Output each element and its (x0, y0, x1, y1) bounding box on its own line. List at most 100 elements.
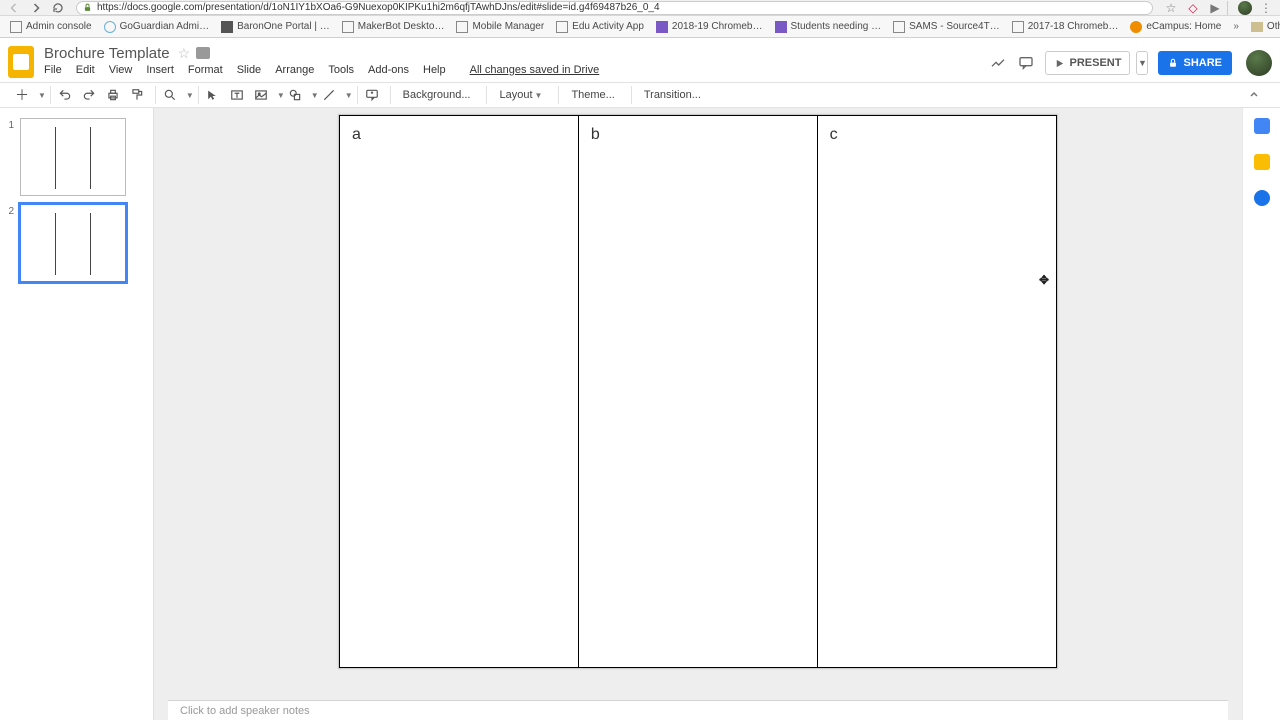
layout-button[interactable]: Layout ▼ (491, 85, 550, 105)
line-tool[interactable] (319, 85, 339, 105)
shape-tool[interactable] (285, 85, 305, 105)
page-icon (893, 21, 905, 33)
thumbnail-slide-1[interactable]: 1 (0, 114, 153, 200)
bookmark-item[interactable]: Admin console (4, 18, 98, 36)
menu-format[interactable]: Format (188, 64, 223, 76)
bookmark-item[interactable]: Edu Activity App (550, 18, 650, 36)
bookmarks-overflow-icon[interactable]: » (1227, 21, 1245, 32)
ecampus-icon (1130, 21, 1142, 33)
textbox-tool[interactable] (227, 85, 247, 105)
undo-button[interactable] (55, 85, 75, 105)
folder-icon (1251, 22, 1263, 32)
profile-avatar[interactable] (1238, 1, 1252, 15)
zoom-button[interactable] (160, 85, 180, 105)
thumb-number: 1 (0, 118, 20, 196)
keep-icon[interactable] (1254, 154, 1270, 170)
comment-tool[interactable] (362, 85, 382, 105)
background-button[interactable]: Background... (395, 85, 479, 105)
bookmark-item[interactable]: 2017-18 Chromeb… (1006, 18, 1125, 36)
bookmark-item[interactable]: MakerBot Deskto… (336, 18, 451, 36)
bookmarks-bar: Admin console GoGuardian Admi… BaronOne … (0, 16, 1280, 38)
image-dropdown[interactable]: ▼ (277, 91, 285, 100)
bookmark-item[interactable]: BaronOne Portal | … (215, 18, 336, 36)
sheets-icon (775, 21, 787, 33)
tasks-icon[interactable] (1254, 190, 1270, 206)
app-header: Brochure Template ☆ File Edit View Inser… (0, 38, 1280, 82)
print-button[interactable] (103, 85, 123, 105)
bookmark-star-icon[interactable]: ☆ (1163, 0, 1179, 16)
back-button[interactable] (6, 0, 22, 16)
shape-dropdown[interactable]: ▼ (311, 91, 319, 100)
thumb-number: 2 (0, 204, 20, 282)
url-bar[interactable]: https://docs.google.com/presentation/d/1… (76, 1, 1153, 15)
comments-icon[interactable] (1017, 54, 1035, 72)
baronone-icon (221, 21, 233, 33)
slide-column-c[interactable]: c (817, 115, 1057, 668)
workspace: 1 2 a b c ✥ Click to add speaker notes (0, 108, 1280, 720)
forward-button[interactable] (28, 0, 44, 16)
image-tool[interactable] (251, 85, 271, 105)
speaker-notes[interactable]: Click to add speaker notes (168, 700, 1228, 720)
theme-button[interactable]: Theme... (563, 85, 622, 105)
present-button[interactable]: PRESENT (1045, 51, 1131, 75)
new-slide-button[interactable]: ＋ (12, 85, 32, 105)
move-cursor-icon: ✥ (1039, 273, 1049, 287)
chrome-menu-icon[interactable]: ⋮ (1258, 0, 1274, 16)
menu-arrange[interactable]: Arrange (275, 64, 314, 76)
paint-format-button[interactable] (127, 85, 147, 105)
reload-button[interactable] (50, 0, 66, 16)
thumbnail-slide-2[interactable]: 2 (0, 200, 153, 286)
menu-slide[interactable]: Slide (237, 64, 261, 76)
lock-icon (83, 3, 93, 12)
bookmark-item[interactable]: SAMS - Source4T… (887, 18, 1006, 36)
lock-icon (1168, 58, 1178, 68)
slide-column-a[interactable]: a (339, 115, 579, 668)
canvas-area: a b c ✥ Click to add speaker notes (154, 108, 1242, 720)
bookmark-item[interactable]: eCampus: Home (1124, 18, 1227, 36)
move-folder-icon[interactable] (196, 47, 210, 59)
bookmark-item[interactable]: Mobile Manager (450, 18, 550, 36)
account-avatar[interactable] (1246, 50, 1272, 76)
slides-logo[interactable] (8, 44, 36, 80)
explore-icon[interactable] (989, 54, 1007, 72)
play-icon (1054, 58, 1065, 69)
page-icon (556, 21, 568, 33)
menu-help[interactable]: Help (423, 64, 446, 76)
page-icon (10, 21, 22, 33)
calendar-icon[interactable] (1254, 118, 1270, 134)
menu-file[interactable]: File (44, 64, 62, 76)
browser-toolbar: https://docs.google.com/presentation/d/1… (0, 0, 1280, 16)
side-panel (1242, 108, 1280, 720)
save-status[interactable]: All changes saved in Drive (470, 64, 600, 76)
slide[interactable]: a b c ✥ (338, 114, 1058, 669)
menu-insert[interactable]: Insert (146, 64, 174, 76)
canvas[interactable]: a b c ✥ (154, 108, 1242, 700)
extension-icon[interactable]: ◇ (1185, 0, 1201, 16)
present-dropdown[interactable]: ▼ (1136, 51, 1148, 75)
bookmark-item[interactable]: GoGuardian Admi… (98, 18, 216, 36)
toolbar: ＋ ▼ ▼ ▼ ▼ ▼ Background... Layout ▼ Theme… (0, 82, 1280, 108)
page-icon (1012, 21, 1024, 33)
present-button-group: PRESENT ▼ (1045, 51, 1149, 75)
bookmark-item[interactable]: 2018-19 Chromeb… (650, 18, 769, 36)
menu-view[interactable]: View (109, 64, 133, 76)
extension2-icon[interactable]: ▶ (1207, 0, 1223, 16)
star-icon[interactable]: ☆ (178, 45, 191, 62)
menu-addons[interactable]: Add-ons (368, 64, 409, 76)
transition-button[interactable]: Transition... (636, 85, 709, 105)
doc-title[interactable]: Brochure Template (44, 45, 170, 62)
menubar: File Edit View Insert Format Slide Arran… (44, 64, 989, 76)
select-tool[interactable] (203, 85, 223, 105)
slide-column-b[interactable]: b (578, 115, 818, 668)
zoom-dropdown[interactable]: ▼ (186, 91, 194, 100)
share-button[interactable]: SHARE (1158, 51, 1232, 75)
bookmark-item[interactable]: Students needing … (769, 18, 888, 36)
menu-tools[interactable]: Tools (328, 64, 354, 76)
line-dropdown[interactable]: ▼ (345, 91, 353, 100)
other-bookmarks[interactable]: Other Bookmarks (1245, 18, 1280, 36)
redo-button[interactable] (79, 85, 99, 105)
toolbar-expand-icon[interactable] (1244, 85, 1264, 105)
new-slide-dropdown[interactable]: ▼ (38, 91, 46, 100)
url-text: https://docs.google.com/presentation/d/1… (97, 2, 660, 13)
menu-edit[interactable]: Edit (76, 64, 95, 76)
